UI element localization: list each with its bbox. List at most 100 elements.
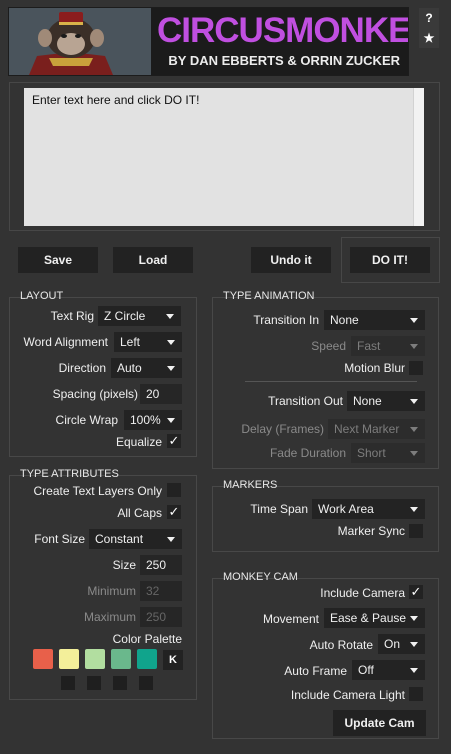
direction-label: Direction bbox=[58, 361, 106, 375]
time-span-select[interactable]: Work Area bbox=[312, 499, 425, 519]
delay-select[interactable]: Next Marker bbox=[328, 419, 425, 439]
word-alignment-label: Word Alignment bbox=[23, 335, 109, 349]
type-animation-title: TYPE ANIMATION bbox=[223, 290, 315, 302]
chevron-down-icon bbox=[167, 537, 175, 542]
create-text-layers-label: Create Text Layers Only bbox=[33, 484, 162, 498]
maximum-label: Maximum bbox=[83, 610, 136, 624]
time-span-label: Time Span bbox=[250, 502, 308, 516]
app-credits: BY DAN EBBERTS & ORRIN ZUCKER bbox=[168, 53, 400, 68]
app-title: CIRCUSMONKEY bbox=[157, 11, 409, 50]
speed-select[interactable]: Fast bbox=[351, 336, 425, 356]
text-input-scrollbar[interactable] bbox=[413, 88, 424, 226]
palette-slot[interactable] bbox=[87, 676, 101, 690]
color-palette-label: Color Palette bbox=[112, 632, 182, 646]
auto-frame-label: Auto Frame bbox=[284, 664, 347, 678]
fade-duration-select[interactable]: Short bbox=[351, 443, 425, 463]
movement-select[interactable]: Ease & Pause bbox=[324, 608, 425, 628]
create-text-layers-checkbox[interactable] bbox=[167, 483, 181, 497]
text-input[interactable] bbox=[24, 88, 424, 226]
color-swatch[interactable] bbox=[137, 649, 157, 669]
maximum-input[interactable]: 250 bbox=[140, 607, 182, 627]
chevron-down-icon bbox=[410, 451, 418, 456]
auto-rotate-value: On bbox=[384, 637, 401, 651]
delay-label: Delay (Frames) bbox=[241, 422, 324, 436]
palette-slot[interactable] bbox=[113, 676, 127, 690]
auto-rotate-label: Auto Rotate bbox=[309, 638, 373, 652]
transition-in-select[interactable]: None bbox=[324, 310, 425, 330]
minimum-input[interactable]: 32 bbox=[140, 581, 182, 601]
load-button[interactable]: Load bbox=[113, 247, 193, 273]
include-camera-checkbox[interactable]: ✓ bbox=[409, 585, 423, 599]
text-input-frame bbox=[9, 82, 440, 231]
chevron-down-icon bbox=[167, 366, 175, 371]
font-size-label: Font Size bbox=[34, 532, 85, 546]
motion-blur-label: Motion Blur bbox=[344, 361, 405, 375]
color-swatch[interactable] bbox=[59, 649, 79, 669]
divider bbox=[245, 381, 417, 382]
motion-blur-checkbox[interactable] bbox=[409, 361, 423, 375]
speed-label: Speed bbox=[311, 339, 346, 353]
markers-panel bbox=[212, 486, 439, 552]
color-swatch[interactable] bbox=[33, 649, 53, 669]
palette-slot[interactable] bbox=[139, 676, 153, 690]
direction-select[interactable]: Auto bbox=[111, 358, 182, 378]
include-camera-light-label: Include Camera Light bbox=[290, 688, 405, 702]
layout-title: LAYOUT bbox=[20, 290, 64, 302]
font-size-select[interactable]: Constant bbox=[89, 529, 182, 549]
chevron-down-icon bbox=[410, 399, 418, 404]
star-icon[interactable]: ★ bbox=[419, 28, 439, 48]
transition-in-value: None bbox=[330, 313, 359, 327]
equalize-checkbox[interactable]: ✓ bbox=[167, 434, 181, 448]
spacing-input[interactable]: 20 bbox=[140, 384, 182, 404]
text-rig-select[interactable]: Z Circle bbox=[98, 306, 181, 326]
word-alignment-select[interactable]: Left bbox=[114, 332, 182, 352]
chevron-down-icon bbox=[410, 344, 418, 349]
auto-frame-select[interactable]: Off bbox=[352, 660, 425, 680]
minimum-label: Minimum bbox=[87, 584, 136, 598]
transition-out-value: None bbox=[353, 394, 382, 408]
save-button[interactable]: Save bbox=[18, 247, 98, 273]
marker-sync-checkbox[interactable] bbox=[409, 524, 423, 538]
update-cam-button[interactable]: Update Cam bbox=[333, 710, 426, 736]
spacing-label: Spacing (pixels) bbox=[52, 387, 138, 401]
direction-value: Auto bbox=[117, 361, 142, 375]
auto-rotate-select[interactable]: On bbox=[378, 634, 425, 654]
movement-value: Ease & Pause bbox=[330, 611, 407, 625]
include-camera-light-checkbox[interactable] bbox=[409, 687, 423, 701]
chevron-down-icon bbox=[410, 668, 418, 673]
equalize-label: Equalize bbox=[115, 435, 162, 449]
undo-button[interactable]: Undo it bbox=[251, 247, 331, 273]
movement-label: Movement bbox=[262, 612, 319, 626]
transition-in-label: Transition In bbox=[253, 313, 319, 327]
all-caps-checkbox[interactable]: ✓ bbox=[167, 505, 181, 519]
brand-panel: CIRCUSMONKEY BY DAN EBBERTS & ORRIN ZUCK… bbox=[151, 8, 408, 75]
transition-out-label: Transition Out bbox=[268, 394, 343, 408]
chevron-down-icon bbox=[166, 314, 174, 319]
chevron-down-icon bbox=[410, 507, 418, 512]
fade-duration-value: Short bbox=[357, 446, 386, 460]
monkey-cam-title: MONKEY CAM bbox=[223, 571, 298, 583]
color-swatch[interactable] bbox=[111, 649, 131, 669]
help-button[interactable]: ? bbox=[419, 8, 439, 28]
chevron-down-icon bbox=[410, 616, 418, 621]
circle-wrap-select[interactable]: 100% bbox=[124, 410, 182, 430]
word-alignment-value: Left bbox=[120, 335, 141, 349]
k-button[interactable]: K bbox=[163, 650, 183, 670]
size-input[interactable]: 250 bbox=[140, 555, 182, 575]
text-rig-value: Z Circle bbox=[104, 309, 146, 323]
palette-slot[interactable] bbox=[61, 676, 75, 690]
chevron-down-icon bbox=[410, 318, 418, 323]
fade-duration-label: Fade Duration bbox=[269, 446, 346, 460]
transition-out-select[interactable]: None bbox=[347, 391, 425, 411]
include-camera-label: Include Camera bbox=[320, 586, 405, 600]
color-swatch[interactable] bbox=[85, 649, 105, 669]
header-banner: CIRCUSMONKEY BY DAN EBBERTS & ORRIN ZUCK… bbox=[8, 7, 409, 76]
all-caps-label: All Caps bbox=[117, 506, 162, 520]
text-rig-label: Text Rig bbox=[50, 309, 94, 323]
size-label: Size bbox=[112, 558, 136, 572]
monkey-logo-image bbox=[9, 8, 151, 75]
marker-sync-label: Marker Sync bbox=[337, 524, 405, 538]
chevron-down-icon bbox=[167, 340, 175, 345]
do-it-button[interactable]: DO IT! bbox=[350, 247, 430, 273]
circle-wrap-value: 100% bbox=[130, 413, 161, 427]
